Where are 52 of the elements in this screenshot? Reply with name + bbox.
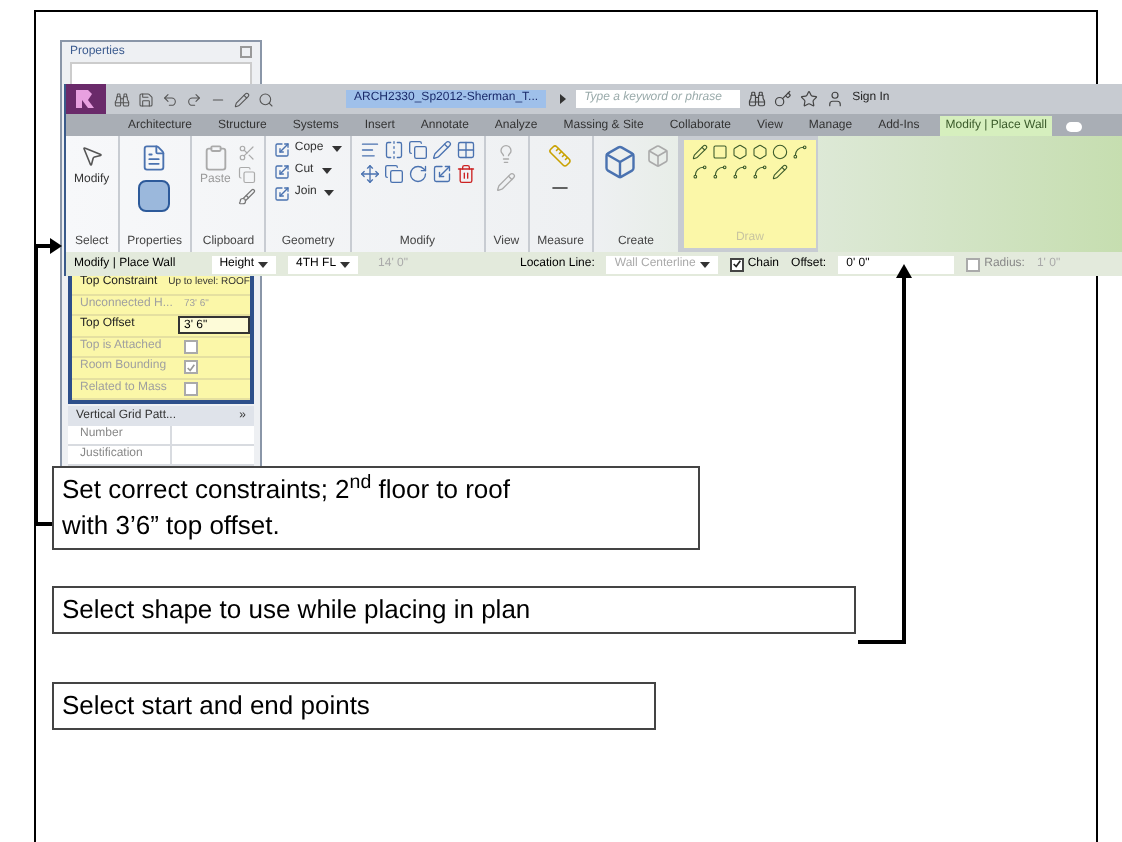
quick-access-icon[interactable] bbox=[114, 91, 130, 107]
cursor-icon[interactable] bbox=[79, 144, 104, 168]
modify-tool-icon[interactable] bbox=[383, 140, 404, 160]
modify-tool-icon[interactable] bbox=[359, 140, 380, 160]
quick-access-icon[interactable] bbox=[138, 91, 154, 107]
draw-shape-icon[interactable] bbox=[731, 144, 748, 160]
callout-text: Select start and end points bbox=[62, 690, 370, 720]
draw-shape-icon[interactable] bbox=[691, 164, 708, 180]
caret-icon[interactable] bbox=[324, 188, 335, 198]
properties-icon[interactable] bbox=[138, 180, 171, 212]
caret-icon[interactable] bbox=[321, 166, 332, 176]
key-icon[interactable] bbox=[774, 90, 793, 108]
draw-shape-icon[interactable] bbox=[711, 164, 728, 180]
brush-icon[interactable] bbox=[238, 188, 257, 206]
draw-shape-icon[interactable] bbox=[751, 164, 768, 180]
draw-shape-icon[interactable] bbox=[791, 144, 808, 160]
checkbox[interactable] bbox=[729, 257, 744, 271]
type-properties-icon[interactable] bbox=[140, 144, 169, 172]
draw-shape-icon[interactable] bbox=[771, 144, 788, 160]
quick-access-icon[interactable] bbox=[162, 91, 178, 107]
component-icon[interactable] bbox=[601, 144, 638, 180]
quick-access-icon[interactable] bbox=[258, 91, 274, 107]
modify-tool-icon[interactable] bbox=[383, 164, 404, 184]
draw-shape-icon[interactable] bbox=[731, 164, 748, 180]
modify-tool-icon[interactable] bbox=[407, 140, 428, 160]
caret-icon[interactable] bbox=[331, 144, 342, 154]
callout-text: Select shape to use while placing in plan bbox=[62, 594, 531, 624]
caret-icon[interactable] bbox=[340, 259, 351, 269]
caret-icon[interactable] bbox=[699, 259, 710, 269]
quick-access-icon[interactable] bbox=[186, 91, 202, 107]
modify-tool-icon[interactable] bbox=[455, 164, 476, 184]
draw-shape-icon[interactable] bbox=[771, 164, 788, 180]
geometry-tool-icon[interactable] bbox=[274, 141, 291, 157]
draw-shape-icon[interactable] bbox=[751, 144, 768, 160]
quick-access-icon[interactable] bbox=[234, 91, 250, 107]
modify-tool-icon[interactable] bbox=[407, 164, 428, 184]
modify-tool-icon[interactable] bbox=[359, 164, 380, 184]
palette-close-icon[interactable] bbox=[240, 46, 252, 58]
modify-tool-icon[interactable] bbox=[431, 164, 452, 184]
modify-tool-icon[interactable] bbox=[455, 140, 476, 160]
app-logo-icon[interactable] bbox=[66, 84, 106, 114]
binoculars-icon[interactable] bbox=[748, 90, 767, 108]
user-icon[interactable] bbox=[826, 90, 845, 108]
caret-icon[interactable] bbox=[558, 94, 569, 104]
modify-tool-icon[interactable] bbox=[431, 140, 452, 160]
checkbox[interactable] bbox=[966, 257, 981, 271]
caret-icon[interactable] bbox=[258, 259, 269, 269]
geometry-tool-icon[interactable] bbox=[274, 185, 291, 201]
draw-shape-icon[interactable] bbox=[691, 144, 708, 160]
star-icon[interactable] bbox=[800, 90, 819, 108]
callout-text: Set correct constraints; 2$^{nd}$ floor to roof with 3’6” top offset. bbox=[62, 474, 511, 540]
geometry-tool-icon[interactable] bbox=[274, 163, 291, 179]
